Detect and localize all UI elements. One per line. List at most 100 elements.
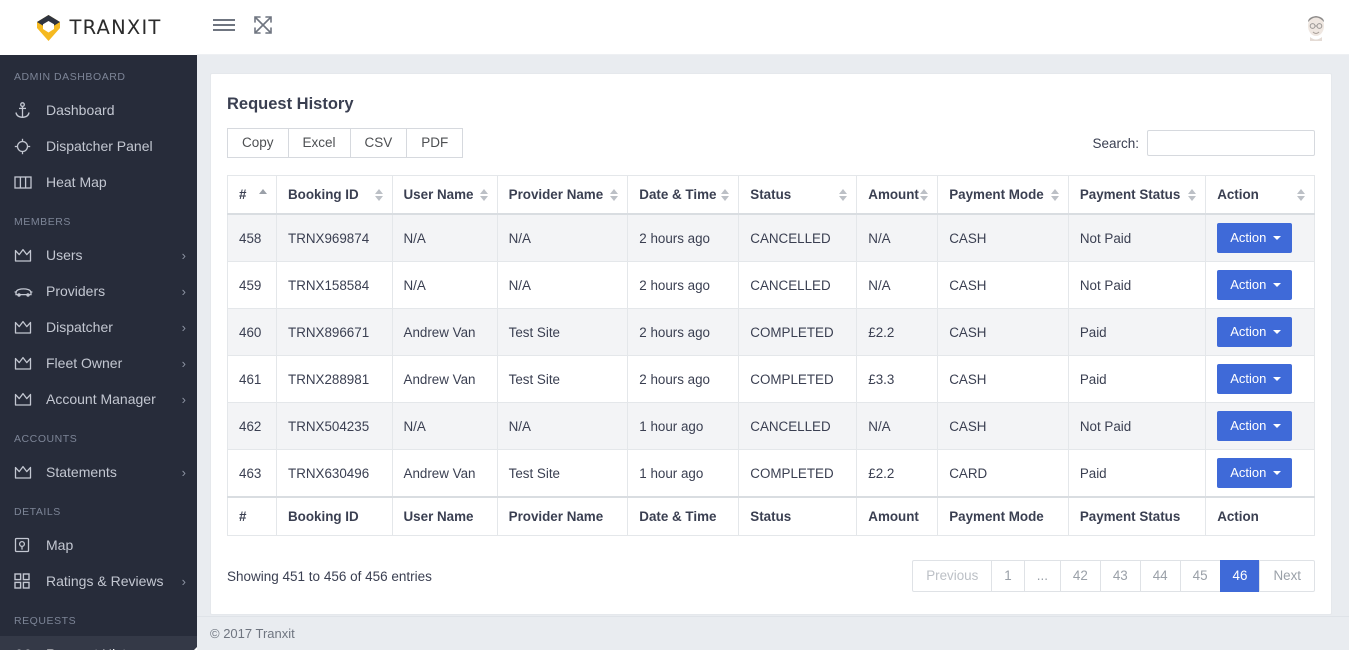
column-header-provider-name[interactable]: Provider Name <box>496 175 629 215</box>
sidebar-item-map[interactable]: Map <box>0 527 197 563</box>
cell-booking-id: TRNX158584 <box>276 261 393 309</box>
cell-booking-id: TRNX630496 <box>276 449 393 498</box>
cell-status: COMPLETED <box>738 449 858 498</box>
column-header-user-name: User Name <box>391 496 498 536</box>
export-button-pdf[interactable]: PDF <box>406 128 464 158</box>
infinity-icon <box>14 645 36 650</box>
column-header-label: Action <box>1217 509 1259 524</box>
action-dropdown-button[interactable]: Action <box>1217 317 1293 347</box>
column-header-amount[interactable]: Amount <box>856 175 939 215</box>
sidebar-item-users[interactable]: Users › <box>0 237 197 273</box>
fullscreen-expand-icon[interactable] <box>254 15 272 39</box>
export-button-excel[interactable]: Excel <box>287 128 351 158</box>
column-header-payment-mode[interactable]: Payment Mode <box>937 175 1069 215</box>
cell-provider-name: N/A <box>496 213 629 262</box>
sidebar-item-statements[interactable]: Statements › <box>0 454 197 490</box>
user-avatar[interactable] <box>1303 12 1329 42</box>
pagination-page-43[interactable]: 43 <box>1099 560 1141 593</box>
export-button-csv[interactable]: CSV <box>349 128 408 158</box>
grid-squares-icon <box>14 572 36 590</box>
table-body: 458 TRNX969874 N/A N/A 2 hours ago CANCELLED N… <box>226 213 1315 498</box>
pagination-previous[interactable]: Previous <box>912 560 993 593</box>
chevron-right-icon: › <box>181 247 186 263</box>
table-row: 461 TRNX288981 Andrew Van Test Site 2 hours … <box>226 355 1315 403</box>
action-dropdown-button[interactable]: Action <box>1217 411 1293 441</box>
column-header-user-name[interactable]: User Name <box>391 175 498 215</box>
cell-user-name: Andrew Van <box>391 355 498 403</box>
cell-payment-status: Paid <box>1067 308 1207 356</box>
action-dropdown-button[interactable]: Action <box>1217 458 1293 488</box>
action-dropdown-button[interactable]: Action <box>1217 223 1293 253</box>
brand-logo[interactable]: TRANXIT <box>0 0 197 55</box>
search-label: Search: <box>1092 135 1139 151</box>
column-header-payment-status: Payment Status <box>1067 496 1207 536</box>
pagination-page-45[interactable]: 45 <box>1179 560 1221 593</box>
column-header-payment-status[interactable]: Payment Status <box>1067 175 1207 215</box>
column-header-payment-mode: Payment Mode <box>937 496 1069 536</box>
pagination: Previous 1... 42 43 44 45 46 Next <box>912 560 1315 593</box>
sidebar-section-title: ACCOUNTS <box>14 433 78 445</box>
export-button-copy[interactable]: Copy <box>227 128 289 158</box>
sort-toggle-icon <box>839 188 848 202</box>
hamburger-menu-icon[interactable] <box>213 17 237 38</box>
action-button-label: Action <box>1230 324 1267 339</box>
column-header-date-time[interactable]: Date & Time <box>627 175 740 215</box>
column-header-booking-id[interactable]: Booking ID <box>276 175 393 215</box>
sidebar-item-dispatcher-panel[interactable]: Dispatcher Panel <box>0 128 197 164</box>
sidebar: TRANXIT ADMIN DASHBOARD Dashboard Dispatch… <box>0 0 197 650</box>
pagination-page-44[interactable]: 44 <box>1139 560 1181 593</box>
cell-date-time: 2 hours ago <box>627 261 740 309</box>
sidebar-item-request-history[interactable]: Request History <box>0 636 197 650</box>
pagination-next[interactable]: Next <box>1259 560 1315 593</box>
cell-provider-name: N/A <box>496 261 629 309</box>
search-input[interactable] <box>1147 130 1315 156</box>
column-header-action[interactable]: Action <box>1205 175 1315 215</box>
cell-user-name: N/A <box>391 261 498 309</box>
sidebar-item-dispatcher[interactable]: Dispatcher › <box>0 309 197 345</box>
column-header-label: Payment Status <box>1079 509 1181 524</box>
sort-toggle-icon <box>374 188 384 202</box>
brand-name: TRANXIT <box>69 16 162 39</box>
page-content: Request History Copy Excel CSV PDF Search: … <box>197 55 1349 616</box>
pagination-page-1[interactable]: 1 <box>991 560 1025 593</box>
cell-payment-status: Not Paid <box>1067 402 1207 450</box>
table-row: 460 TRNX896671 Andrew Van Test Site 2 hours … <box>226 308 1315 356</box>
cell-num: 458 <box>226 213 278 262</box>
caret-down-icon <box>1273 423 1282 428</box>
pagination-page-46[interactable]: 46 <box>1219 560 1261 593</box>
column-header-date-time: Date & Time <box>627 496 740 536</box>
sidebar-item-label: Request History <box>46 646 186 650</box>
cell-date-time: 2 hours ago <box>627 308 740 356</box>
caret-down-icon <box>1273 329 1282 334</box>
sidebar-item-providers[interactable]: Providers › <box>0 273 197 309</box>
cell-amount: £3.3 <box>856 355 939 403</box>
admin-dashboard-page: TRANXIT ADMIN DASHBOARD Dashboard Dispatch… <box>0 0 1349 650</box>
action-dropdown-button[interactable]: Action <box>1217 270 1293 300</box>
sidebar-item-account-manager[interactable]: Account Manager › <box>0 381 197 417</box>
sidebar-item-heat-map[interactable]: Heat Map <box>0 164 197 200</box>
column-header-label: Date & Time <box>639 187 717 202</box>
cell-payment-mode: CASH <box>937 355 1069 403</box>
cell-status: COMPLETED <box>738 355 858 403</box>
action-dropdown-button[interactable]: Action <box>1217 364 1293 394</box>
caret-down-icon <box>1273 376 1282 381</box>
caret-down-icon <box>1273 235 1282 240</box>
table-row: 463 TRNX630496 Andrew Van Test Site 1 hour a… <box>226 449 1315 498</box>
chevron-right-icon: › <box>181 355 186 371</box>
column-header-status[interactable]: Status <box>738 175 858 215</box>
page-title: Request History <box>227 95 354 113</box>
column-header-booking-id: Booking ID <box>276 496 393 536</box>
crosshair-icon <box>14 137 36 155</box>
column-header-label: User Name <box>403 509 474 524</box>
pagination-page-42[interactable]: 42 <box>1059 560 1101 593</box>
cell-date-time: 1 hour ago <box>627 449 740 498</box>
sidebar-item-fleet-owner[interactable]: Fleet Owner › <box>0 345 197 381</box>
cell-provider-name: N/A <box>496 402 629 450</box>
sort-toggle-icon <box>721 188 730 202</box>
column-header-[interactable]: # <box>226 175 278 215</box>
sidebar-item-ratings-reviews[interactable]: Ratings & Reviews › <box>0 563 197 599</box>
sidebar-item-label: Statements <box>46 464 117 480</box>
sidebar-item-dashboard[interactable]: Dashboard <box>0 92 197 128</box>
cell-date-time: 2 hours ago <box>627 355 740 403</box>
cell-payment-status: Not Paid <box>1067 213 1207 262</box>
